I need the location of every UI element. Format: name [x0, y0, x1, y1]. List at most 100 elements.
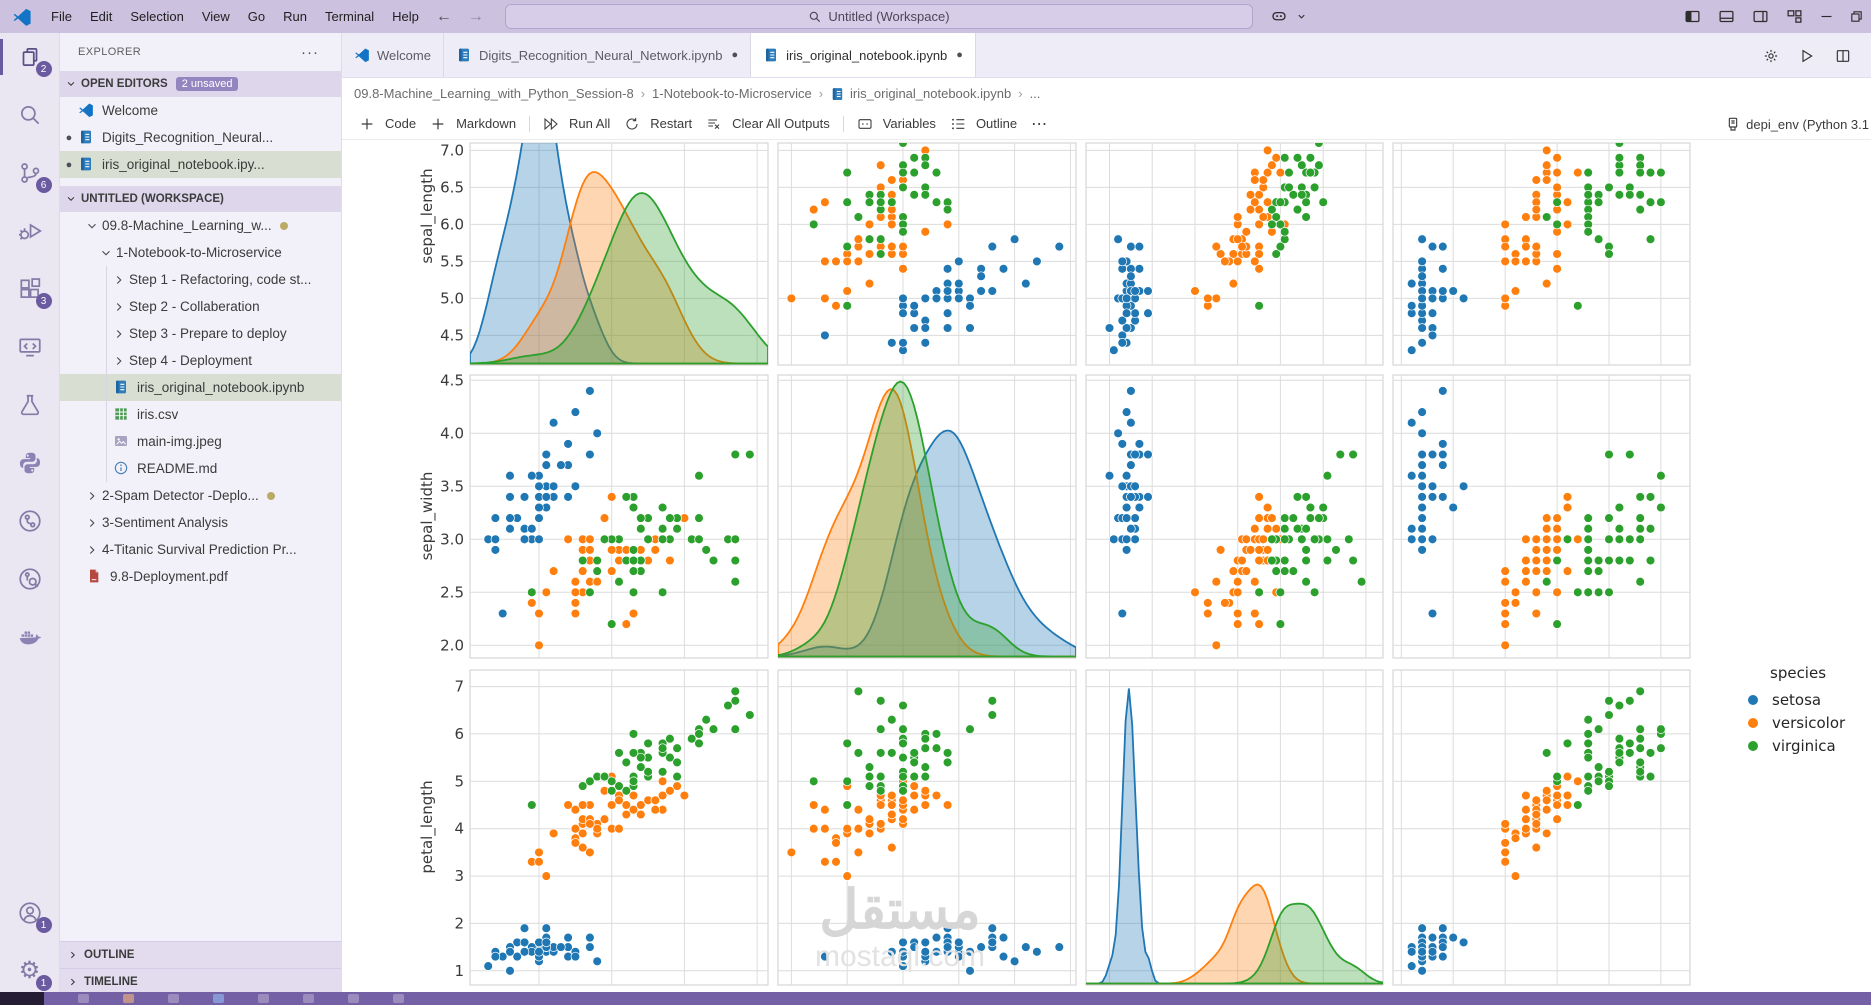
variables-button[interactable]: Variables	[857, 116, 936, 132]
sidebar-more-actions-icon[interactable]: ···	[301, 44, 319, 61]
activity-docker[interactable]	[0, 613, 60, 661]
tree-item[interactable]: Step 1 - Refactoring, code st...	[60, 266, 341, 293]
tree-item[interactable]: Step 3 - Prepare to deploy	[60, 320, 341, 347]
tree-item[interactable]: 3-Sentiment Analysis	[60, 509, 341, 536]
menu-bar: FileEditSelectionViewGoRunTerminalHelp	[42, 0, 428, 33]
svg-text:4: 4	[454, 820, 464, 838]
activity-run-and-debug[interactable]	[0, 207, 60, 255]
windows-taskbar	[0, 992, 1871, 1005]
tree-item[interactable]: Step 4 - Deployment	[60, 347, 341, 374]
restart-button[interactable]: Restart	[624, 116, 692, 132]
split-editor-icon[interactable]	[1830, 43, 1856, 69]
breadcrumb-segment[interactable]: 09.8-Machine_Learning_with_Python_Sessio…	[354, 86, 634, 101]
notebook-icon	[763, 47, 779, 63]
tree-item[interactable]: main-img.jpeg	[60, 428, 341, 455]
run-editor-icon[interactable]	[1794, 43, 1820, 69]
tree-item[interactable]: iris_original_notebook.ipynb	[60, 374, 341, 401]
taskbar-icon[interactable]	[393, 994, 404, 1003]
svg-text:5.0: 5.0	[440, 289, 464, 307]
notebook-icon	[113, 379, 130, 396]
copilot-menu[interactable]	[1262, 3, 1307, 29]
ellipsis-icon: ⋯	[1031, 114, 1048, 134]
timeline-section[interactable]: TIMELINE	[60, 968, 341, 995]
svg-text:petal_length: petal_length	[418, 780, 437, 873]
menu-terminal[interactable]: Terminal	[316, 0, 383, 33]
csv-icon	[113, 406, 129, 422]
search-input[interactable]: Untitled (Workspace)	[505, 4, 1253, 29]
menu-go[interactable]: Go	[239, 0, 274, 33]
workspace-section[interactable]: UNTITLED (WORKSPACE)	[60, 186, 341, 212]
activity-gitlens-inspect[interactable]	[0, 555, 60, 603]
menu-run[interactable]: Run	[274, 0, 316, 33]
activity-extensions[interactable]: 3	[0, 265, 60, 313]
tab-welcome[interactable]: Welcome	[342, 33, 444, 77]
tree-item[interactable]: Step 2 - Collaberation	[60, 293, 341, 320]
pdf-icon	[86, 568, 103, 585]
activity-explorer[interactable]: 2	[0, 33, 60, 81]
outline-section[interactable]: OUTLINE	[60, 941, 341, 968]
toolbar-separator	[843, 116, 844, 132]
toggle-sidebar-icon[interactable]	[1679, 4, 1705, 30]
activity-python[interactable]	[0, 439, 60, 487]
taskbar-icon[interactable]	[213, 994, 224, 1003]
customize-layout-icon[interactable]	[1781, 4, 1807, 30]
chevron-down-icon	[100, 247, 112, 259]
tree-item[interactable]: 2-Spam Detector -Deplo...	[60, 482, 341, 509]
tab-label: Digits_Recognition_Neural_Network.ipynb	[479, 48, 723, 63]
kernel-picker[interactable]: depi_env (Python 3.1	[1725, 108, 1871, 140]
menu-view[interactable]: View	[193, 0, 239, 33]
clear-all-outputs-button[interactable]: Clear All Outputs	[706, 116, 830, 132]
outline-button[interactable]: Outline	[950, 116, 1017, 132]
tab-iris-original-notebook-ipynb[interactable]: iris_original_notebook.ipynb●	[751, 33, 976, 77]
activity-source-control[interactable]: 6	[0, 149, 60, 197]
toggle-secondary-sidebar-icon[interactable]	[1747, 4, 1773, 30]
tab-label: Welcome	[377, 48, 431, 63]
taskbar-icon[interactable]	[168, 994, 179, 1003]
menu-edit[interactable]: Edit	[81, 0, 121, 33]
activity-settings[interactable]: ⚙1	[0, 947, 60, 995]
dirty-dot: ●	[956, 49, 963, 61]
activity-accounts[interactable]: 1	[0, 889, 60, 937]
open-editor-item[interactable]: ●Digits_Recognition_Neural...	[60, 124, 341, 151]
activity-gitlens[interactable]	[0, 497, 60, 545]
code-button[interactable]: Code	[359, 116, 416, 132]
forward-arrow-icon[interactable]: →	[460, 8, 492, 26]
menu-selection[interactable]: Selection	[121, 0, 192, 33]
more-actions-button[interactable]: ⋯	[1031, 114, 1048, 134]
breadcrumb-segment[interactable]: 1-Notebook-to-Microservice	[652, 86, 812, 101]
taskbar-icon[interactable]	[348, 994, 359, 1003]
breadcrumb-segment[interactable]: iris_original_notebook.ipynb	[830, 86, 1011, 101]
open-editor-label: Welcome	[102, 103, 158, 118]
minimize-button[interactable]	[1811, 0, 1841, 33]
notebook-settings-gear-icon[interactable]	[1758, 43, 1784, 69]
restore-button[interactable]	[1841, 0, 1871, 33]
taskbar-icon[interactable]	[78, 994, 89, 1003]
activity-remote-explorer[interactable]	[0, 323, 60, 371]
editor-actions	[1753, 33, 1861, 78]
svg-text:3.5: 3.5	[440, 477, 464, 495]
open-editors-section[interactable]: OPEN EDITORS 2 unsaved	[60, 71, 341, 97]
tree-item[interactable]: 9.8-Deployment.pdf	[60, 563, 341, 590]
activity-badge: 1	[36, 975, 52, 991]
menu-help[interactable]: Help	[383, 0, 428, 33]
open-editor-item[interactable]: ●iris_original_notebook.ipy...	[60, 151, 341, 178]
open-editor-item[interactable]: Welcome	[60, 97, 341, 124]
activity-testing[interactable]	[0, 381, 60, 429]
taskbar-icon[interactable]	[258, 994, 269, 1003]
tree-item[interactable]: 09.8-Machine_Learning_w...	[60, 212, 341, 239]
taskbar-icon[interactable]	[303, 994, 314, 1003]
chevron-right-icon	[86, 490, 98, 502]
menu-file[interactable]: File	[42, 0, 81, 33]
toggle-panel-icon[interactable]	[1713, 4, 1739, 30]
markdown-button[interactable]: Markdown	[430, 116, 516, 132]
tree-item[interactable]: iris.csv	[60, 401, 341, 428]
tree-item[interactable]: README.md	[60, 455, 341, 482]
back-arrow-icon[interactable]: ←	[428, 8, 460, 26]
tree-item[interactable]: 1-Notebook-to-Microservice	[60, 239, 341, 266]
tab-digits-recognition-neural-network-ipynb[interactable]: Digits_Recognition_Neural_Network.ipynb●	[444, 33, 751, 77]
run-all-button[interactable]: Run All	[543, 116, 610, 132]
tree-item[interactable]: 4-Titanic Survival Prediction Pr...	[60, 536, 341, 563]
activity-search[interactable]	[0, 91, 60, 139]
taskbar-icon[interactable]	[123, 994, 134, 1003]
breadcrumb-segment[interactable]: ...	[1030, 86, 1041, 101]
